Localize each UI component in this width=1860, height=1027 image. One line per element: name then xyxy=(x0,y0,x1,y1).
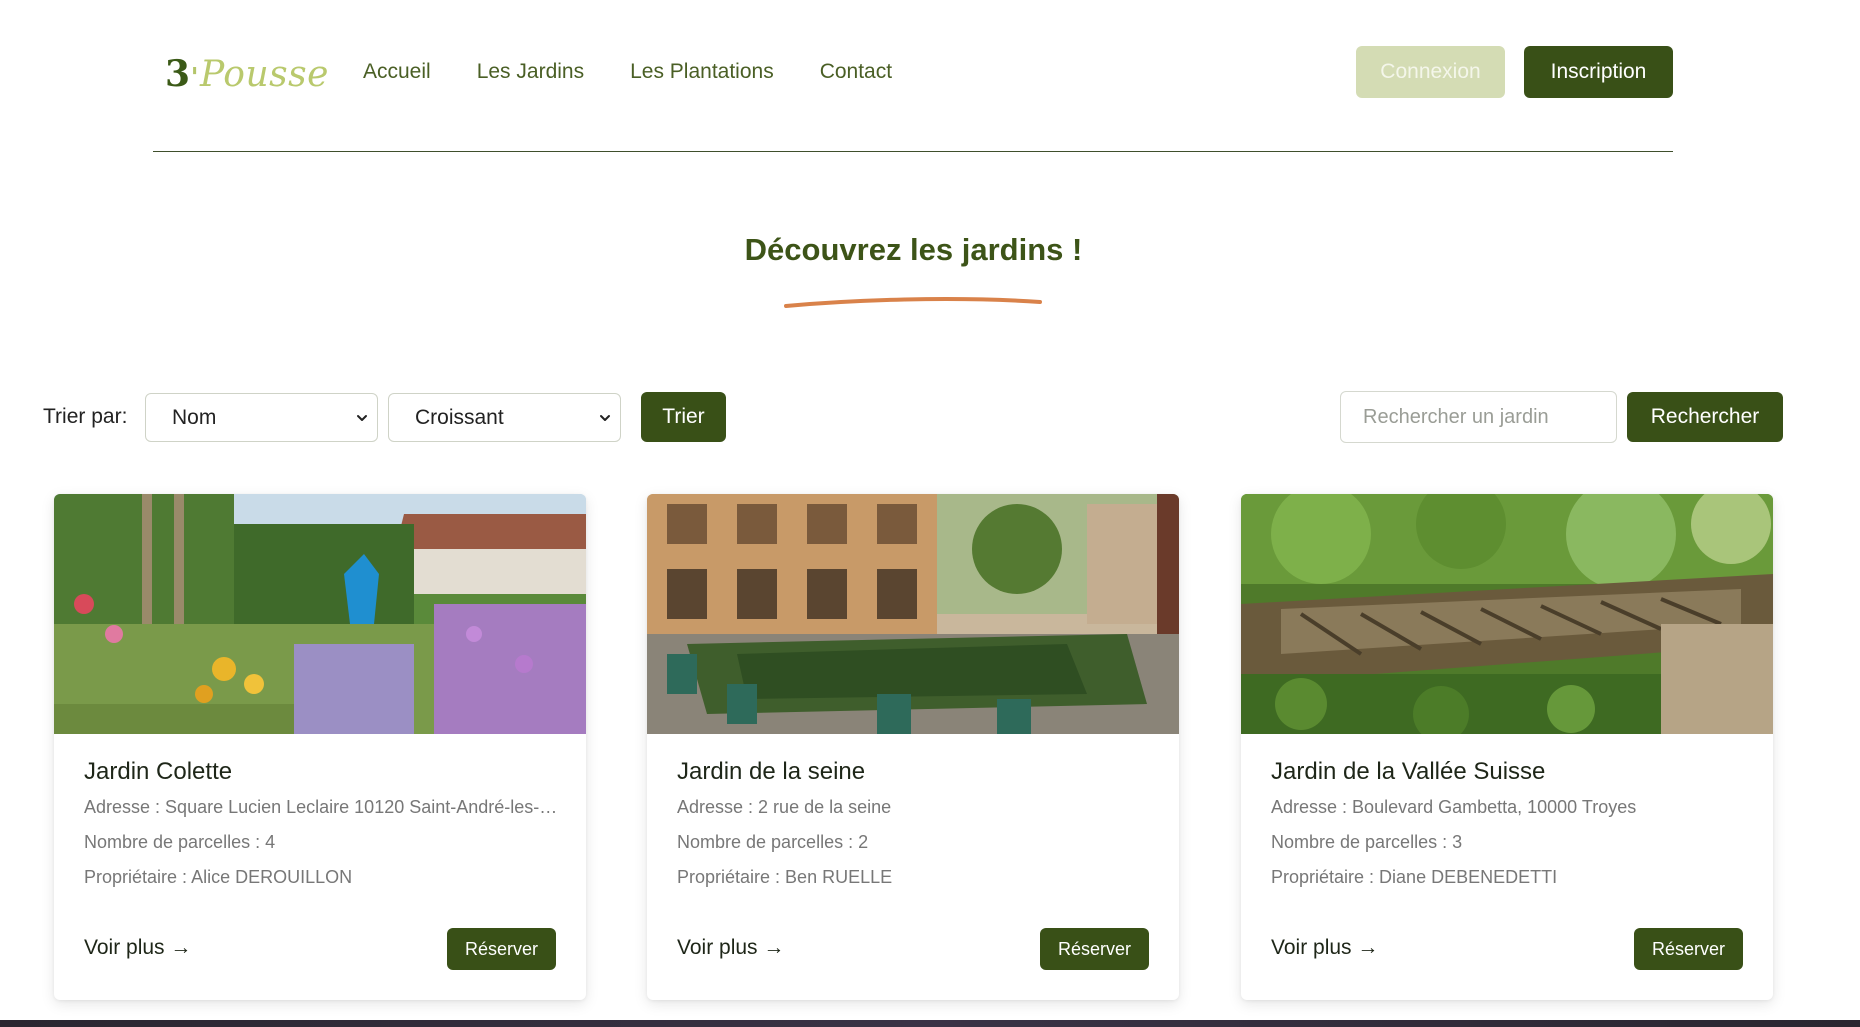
garden-address-value: Square Lucien Leclaire 10120 Saint-André… xyxy=(165,797,559,817)
garden-owner-value: Alice DEROUILLON xyxy=(191,867,353,887)
sort-button[interactable]: Trier xyxy=(641,392,726,442)
garden-address-value: Boulevard Gambetta, 10000 Troyes xyxy=(1352,797,1637,817)
garden-image xyxy=(647,494,1179,734)
garden-image xyxy=(54,494,586,734)
see-more-link[interactable]: Voir plus → xyxy=(84,936,191,960)
sort-field-value: Nom xyxy=(172,405,217,429)
site-logo[interactable]: 3 ' Pousse xyxy=(165,52,329,100)
garden-address: Adresse : Boulevard Gambetta, 10000 Troy… xyxy=(1271,797,1746,818)
chevron-down-icon xyxy=(600,415,610,421)
garden-name: Jardin de la Vallée Suisse xyxy=(1271,758,1546,785)
logo-apostrophe: ' xyxy=(190,63,200,93)
garden-name: Jardin Colette xyxy=(84,758,233,785)
main-nav: Accueil Les Jardins Les Plantations Cont… xyxy=(363,58,938,86)
garden-plots-label: Nombre de parcelles : xyxy=(677,832,859,852)
garden-owner: Propriétaire : Alice DEROUILLON xyxy=(84,867,559,888)
search-button[interactable]: Rechercher xyxy=(1627,392,1783,442)
garden-plots-label: Nombre de parcelles : xyxy=(84,832,266,852)
garden-image xyxy=(1241,494,1773,734)
logo-word: Pousse xyxy=(200,54,329,95)
garden-address: Adresse : Square Lucien Leclaire 10120 S… xyxy=(84,797,559,818)
reserve-button[interactable]: Réserver xyxy=(447,928,556,970)
garden-plots: Nombre de parcelles : 2 xyxy=(677,832,1152,853)
sort-order-select[interactable]: Croissant xyxy=(388,393,621,442)
garden-address-value: 2 rue de la seine xyxy=(758,797,892,817)
garden-plots-value: 4 xyxy=(265,832,276,852)
footer-edge xyxy=(0,1020,1860,1027)
garden-plots: Nombre de parcelles : 3 xyxy=(1271,832,1746,853)
garden-address: Adresse : 2 rue de la seine xyxy=(677,797,1152,818)
garden-owner-label: Propriétaire : xyxy=(677,867,786,887)
reserve-button[interactable]: Réserver xyxy=(1040,928,1149,970)
garden-owner-value: Diane DEBENEDETTI xyxy=(1379,867,1558,887)
garden-plots: Nombre de parcelles : 4 xyxy=(84,832,559,853)
garden-card: Jardin Colette Adresse : Square Lucien L… xyxy=(54,494,586,1000)
nav-plantations[interactable]: Les Plantations xyxy=(630,58,774,86)
signup-button[interactable]: Inscription xyxy=(1524,46,1673,98)
garden-address-label: Adresse : xyxy=(1271,797,1353,817)
chevron-down-icon xyxy=(357,415,367,421)
search-input[interactable] xyxy=(1340,391,1617,443)
title-underline-decoration xyxy=(784,297,1042,308)
sort-field-select[interactable]: Nom xyxy=(145,393,378,442)
login-button[interactable]: Connexion xyxy=(1356,46,1505,98)
garden-owner: Propriétaire : Ben RUELLE xyxy=(677,867,1152,888)
garden-owner: Propriétaire : Diane DEBENEDETTI xyxy=(1271,867,1746,888)
sort-order-value: Croissant xyxy=(415,405,504,429)
see-more-link[interactable]: Voir plus → xyxy=(677,936,784,960)
sort-label: Trier par: xyxy=(43,405,128,428)
nav-jardins[interactable]: Les Jardins xyxy=(477,58,584,86)
garden-owner-label: Propriétaire : xyxy=(84,867,192,887)
logo-number: 3 xyxy=(165,53,191,95)
page-title: Découvrez les jardins ! xyxy=(744,232,1083,267)
garden-card: Jardin de la Vallée Suisse Adresse : Bou… xyxy=(1241,494,1773,1000)
garden-plots-value: 3 xyxy=(1452,832,1463,852)
nav-accueil[interactable]: Accueil xyxy=(363,58,431,86)
reserve-button[interactable]: Réserver xyxy=(1634,928,1743,970)
nav-contact[interactable]: Contact xyxy=(820,58,892,86)
see-more-link[interactable]: Voir plus → xyxy=(1271,936,1378,960)
garden-address-label: Adresse : xyxy=(84,797,166,817)
garden-address-label: Adresse : xyxy=(677,797,759,817)
garden-plots-label: Nombre de parcelles : xyxy=(1271,832,1453,852)
site-header: 3 ' Pousse Accueil Les Jardins Les Plant… xyxy=(153,0,1673,152)
garden-owner-value: Ben RUELLE xyxy=(785,867,893,887)
garden-card: Jardin de la seine Adresse : 2 rue de la… xyxy=(647,494,1179,1000)
garden-plots-value: 2 xyxy=(858,832,869,852)
garden-name: Jardin de la seine xyxy=(677,758,866,785)
garden-owner-label: Propriétaire : xyxy=(1271,867,1380,887)
